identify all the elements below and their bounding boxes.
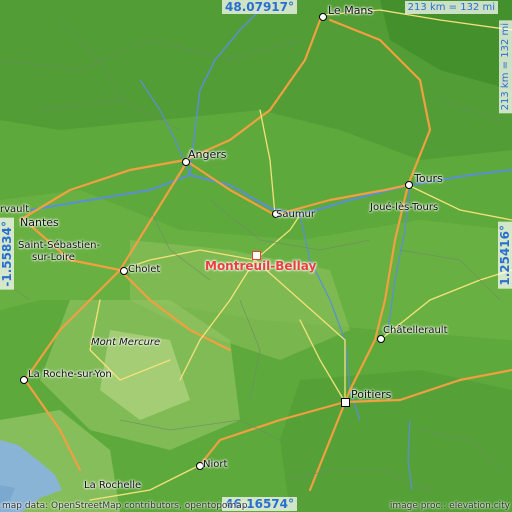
mont-mercure-label: Mont Mercure <box>91 337 161 348</box>
cholet-marker[interactable] <box>120 267 128 275</box>
top-latitude-label: 48.07917° <box>222 0 298 14</box>
rvault-label: rvault <box>0 204 30 215</box>
niort-label: Niort <box>203 459 228 470</box>
joue-les-tours-label: Joué-lès-Tours <box>370 202 439 213</box>
la-roche-sur-yon-marker[interactable] <box>20 376 28 384</box>
vertical-scale-label: 213 km = 132 mi <box>499 20 512 114</box>
poitiers-label: Poitiers <box>351 388 392 401</box>
poitiers-marker[interactable] <box>341 398 350 407</box>
saumur-label: Saumur <box>276 209 316 220</box>
le-mans-label: Le Mans <box>328 4 374 17</box>
image-processing-credit: image proc.: elevation.city <box>389 501 510 511</box>
cholet-label: Cholet <box>128 264 161 275</box>
la-roche-sur-yon-label: La Roche-sur-Yon <box>28 369 112 380</box>
chatellerault-label: Châtellerault <box>383 325 448 336</box>
tours-label: Tours <box>414 172 443 185</box>
horizontal-scale-label: 213 km = 132 mi <box>404 1 498 14</box>
le-mans-marker[interactable] <box>319 13 327 21</box>
saint-sebastien-label-2: sur-Loire <box>32 252 75 263</box>
nantes-label: Nantes <box>20 216 59 229</box>
angers-label: Angers <box>188 148 227 161</box>
left-longitude-label: -1.55834° <box>0 218 14 290</box>
tours-marker[interactable] <box>405 181 413 189</box>
saint-sebastien-label-1: Saint-Sébastien- <box>18 240 101 251</box>
map-data-credit: map data: OpenStreetMap contributors, op… <box>2 501 248 511</box>
map-viewport[interactable]: Le Mans Angers Tours Joué-lès-Tours Saum… <box>0 0 512 512</box>
montreuil-bellay-label: Montreuil-Bellay <box>205 259 317 273</box>
right-longitude-label: 1.25416° <box>498 222 512 289</box>
la-rochelle-label: La Rochelle <box>84 480 142 491</box>
